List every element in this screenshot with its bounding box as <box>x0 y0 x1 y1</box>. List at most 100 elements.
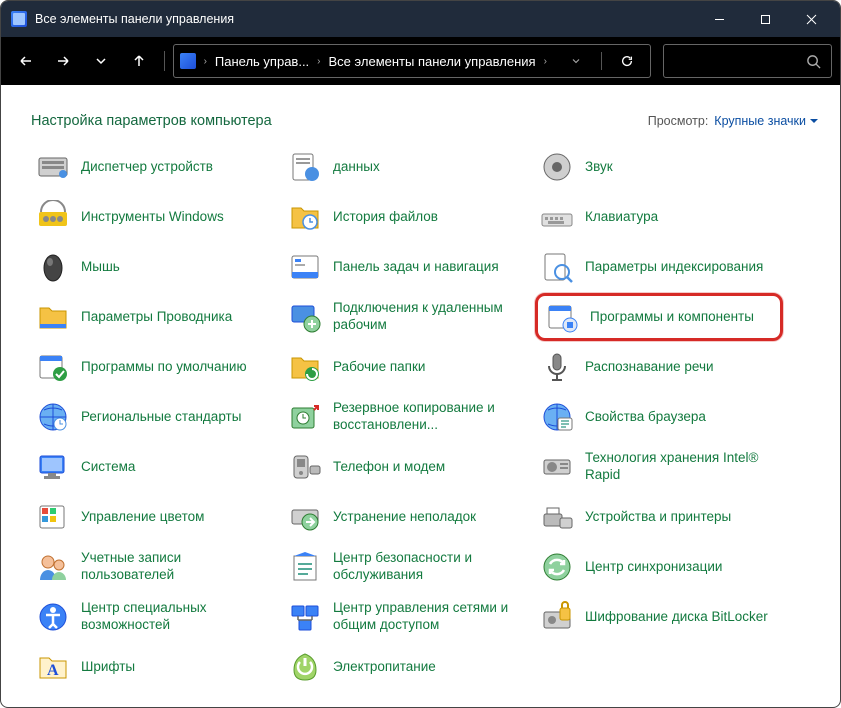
control-panel-item[interactable]: Управление цветом <box>31 493 279 541</box>
control-panel-item[interactable]: Параметры Проводника <box>31 293 279 341</box>
control-panel-item[interactable]: Свойства браузера <box>535 393 783 441</box>
control-panel-item[interactable]: данных <box>283 143 531 191</box>
item-label: Программы по умолчанию <box>81 359 247 376</box>
indexing-icon <box>539 249 575 285</box>
control-panel-item[interactable]: Технология хранения Intel® Rapid <box>535 443 783 491</box>
control-panel-item[interactable]: Центр управления сетями и общим доступом <box>283 593 531 641</box>
sound-icon <box>539 149 575 185</box>
taskbar-icon <box>287 249 323 285</box>
item-label: Центр синхронизации <box>585 559 722 576</box>
close-button[interactable] <box>788 1 834 37</box>
control-panel-item[interactable]: Центр специальных возможностей <box>31 593 279 641</box>
item-label: Резервное копирование и восстановлени... <box>333 400 527 434</box>
control-panel-item[interactable]: Система <box>31 443 279 491</box>
item-label: Устройства и принтеры <box>585 509 731 526</box>
control-panel-item[interactable]: Панель задач и навигация <box>283 243 531 291</box>
system-icon <box>35 449 71 485</box>
item-label: Электропитание <box>333 659 436 676</box>
tools-icon <box>35 199 71 235</box>
item-label: Параметры индексирования <box>585 259 763 276</box>
control-panel-item[interactable]: Программы и компоненты <box>535 293 783 341</box>
mouse-icon <box>35 249 71 285</box>
control-panel-item[interactable]: Программы по умолчанию <box>31 343 279 391</box>
power-icon <box>287 649 323 685</box>
item-label: Клавиатура <box>585 209 658 226</box>
security-center-icon <box>287 549 323 585</box>
item-label: Технология хранения Intel® Rapid <box>585 450 779 484</box>
forward-button[interactable] <box>47 43 81 79</box>
control-panel-item[interactable]: Телефон и модем <box>283 443 531 491</box>
item-label: Система <box>81 459 135 476</box>
bitlocker-icon <box>539 599 575 635</box>
back-button[interactable] <box>9 43 43 79</box>
item-label: Параметры Проводника <box>81 309 232 326</box>
items-grid: Диспетчер устройствданных Звук Инструменты… <box>1 143 840 707</box>
color-icon <box>35 499 71 535</box>
control-panel-item[interactable]: Устранение неполадок <box>283 493 531 541</box>
item-label: Телефон и модем <box>333 459 445 476</box>
item-label: Программы и компоненты <box>590 309 754 326</box>
item-label: Центр безопасности и обслуживания <box>333 550 527 584</box>
programs-icon <box>544 299 580 335</box>
window: Все элементы панели управления › Панель … <box>0 0 841 708</box>
work-folders-icon <box>287 349 323 385</box>
ease-of-access-icon <box>35 599 71 635</box>
control-panel-item[interactable]: Подключения к удаленным рабочим <box>283 293 531 341</box>
control-panel-item[interactable]: Диспетчер устройств <box>31 143 279 191</box>
breadcrumb-seg-2[interactable]: Все элементы панели управления <box>329 54 536 69</box>
control-panel-item[interactable]: История файлов <box>283 193 531 241</box>
item-label: Центр управления сетями и общим доступом <box>333 600 527 634</box>
control-panel-item[interactable]: Шрифты <box>31 643 279 691</box>
item-label: Звук <box>585 159 613 176</box>
minimize-button[interactable] <box>696 1 742 37</box>
item-label: История файлов <box>333 209 438 226</box>
control-panel-item[interactable]: Региональные стандарты <box>31 393 279 441</box>
recent-dropdown[interactable] <box>84 43 118 79</box>
explorer-options-icon <box>35 299 71 335</box>
control-panel-item[interactable]: Центр безопасности и обслуживания <box>283 543 531 591</box>
chevron-right-icon[interactable]: › <box>540 56 551 67</box>
internet-options-icon <box>539 399 575 435</box>
data-icon <box>287 149 323 185</box>
breadcrumb-seg-1[interactable]: Панель управ... <box>215 54 309 69</box>
control-panel-item[interactable]: Рабочие папки <box>283 343 531 391</box>
maximize-button[interactable] <box>742 1 788 37</box>
control-panel-item[interactable]: Шифрование диска BitLocker <box>535 593 783 641</box>
search-input[interactable] <box>663 44 832 78</box>
item-label: Мышь <box>81 259 120 276</box>
up-button[interactable] <box>122 43 156 79</box>
navbar: › Панель управ... › Все элементы панели … <box>1 37 840 85</box>
item-label: Инструменты Windows <box>81 209 224 226</box>
item-label: Шифрование диска BitLocker <box>585 609 768 626</box>
control-panel-item[interactable]: Распознавание речи <box>535 343 783 391</box>
refresh-button[interactable] <box>610 54 644 68</box>
control-panel-item[interactable]: Электропитание <box>283 643 531 691</box>
item-label: Устранение неполадок <box>333 509 476 526</box>
remote-icon <box>287 299 323 335</box>
control-panel-item[interactable]: Учетные записи пользователей <box>31 543 279 591</box>
phone-icon <box>287 449 323 485</box>
speech-icon <box>539 349 575 385</box>
control-panel-item[interactable]: Параметры индексирования <box>535 243 783 291</box>
network-sharing-icon <box>287 599 323 635</box>
control-panel-item[interactable]: Резервное копирование и восстановлени... <box>283 393 531 441</box>
view-selector[interactable]: Крупные значки <box>714 114 818 128</box>
view-label: Просмотр: <box>648 114 709 128</box>
view-value-text: Крупные значки <box>714 114 806 128</box>
control-panel-item[interactable]: Мышь <box>31 243 279 291</box>
control-panel-item[interactable]: Звук <box>535 143 783 191</box>
chevron-right-icon[interactable]: › <box>200 56 211 67</box>
page-title: Настройка параметров компьютера <box>31 113 648 129</box>
item-label: Панель задач и навигация <box>333 259 499 276</box>
control-panel-item[interactable]: Клавиатура <box>535 193 783 241</box>
item-label: Учетные записи пользователей <box>81 550 275 584</box>
intel-rapid-icon <box>539 449 575 485</box>
control-panel-item[interactable]: Инструменты Windows <box>31 193 279 241</box>
control-panel-item[interactable]: Устройства и принтеры <box>535 493 783 541</box>
chevron-right-icon[interactable]: › <box>313 56 324 67</box>
breadcrumb-dropdown[interactable] <box>559 55 593 67</box>
breadcrumb[interactable]: › Панель управ... › Все элементы панели … <box>173 44 651 78</box>
sync-center-icon <box>539 549 575 585</box>
control-panel-item[interactable]: Центр синхронизации <box>535 543 783 591</box>
item-label: Управление цветом <box>81 509 204 526</box>
